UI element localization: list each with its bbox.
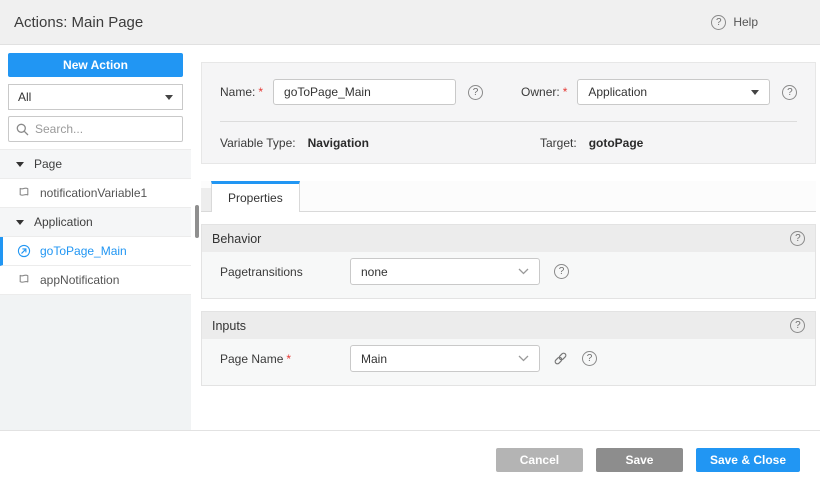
help-icon: ?: [711, 14, 727, 30]
tree-group-label: Application: [34, 215, 93, 229]
behavior-section: Behavior ? Pagetransitions none ?: [201, 224, 817, 299]
search-box[interactable]: [8, 116, 183, 142]
behavior-title: Behavior: [212, 231, 262, 246]
pagetransitions-dropdown[interactable]: none: [350, 258, 540, 285]
tab-bar: Properties: [201, 181, 817, 212]
tree-item-notificationVariable1[interactable]: notificationVariable1: [0, 179, 191, 208]
target-label: Target:: [540, 136, 577, 150]
cancel-button[interactable]: Cancel: [495, 447, 583, 472]
variable-type-label: Variable Type:: [220, 136, 296, 150]
save-button[interactable]: Save: [595, 447, 683, 472]
tree-item-label: appNotification: [40, 273, 120, 287]
tree-item-goToPage_Main[interactable]: goToPage_Main: [0, 237, 191, 266]
behavior-help-icon[interactable]: ?: [790, 231, 806, 246]
owner-help-icon[interactable]: ?: [782, 84, 798, 100]
variable-flag-icon: [17, 186, 31, 200]
owner-label: Owner:: [521, 85, 560, 99]
action-header-panel: Name:* ? Owner:* Application ?: [201, 62, 817, 164]
bind-link-icon[interactable]: [553, 351, 568, 366]
tabbar-spacer: [201, 188, 211, 211]
navigation-icon: [17, 244, 31, 258]
action-detail-panel: Name:* ? Owner:* Application ?: [191, 45, 820, 430]
help-button[interactable]: ? Help: [711, 14, 758, 30]
filter-value: All: [18, 90, 32, 104]
page-name-dropdown[interactable]: Main: [350, 345, 540, 372]
target-value: gotoPage: [588, 136, 644, 150]
inputs-help-icon[interactable]: ?: [790, 318, 806, 333]
pagetransitions-value: none: [361, 264, 388, 279]
tab-properties[interactable]: Properties: [211, 181, 300, 212]
inputs-section: Inputs ? Page Name * Main ?: [201, 311, 817, 386]
dropdown-arrow-icon: [165, 94, 173, 100]
actions-sidebar: New Action All Page: [0, 45, 191, 430]
pagetransitions-label: Pagetransitions: [220, 264, 303, 279]
tree-item-label: goToPage_Main: [40, 244, 127, 258]
search-icon: [16, 123, 29, 135]
inputs-title: Inputs: [212, 318, 247, 333]
tree-group-page[interactable]: Page: [0, 150, 191, 179]
variable-flag-icon: [17, 273, 31, 287]
name-label: Name:: [220, 85, 256, 99]
owner-filter-select[interactable]: All: [8, 84, 183, 110]
name-input[interactable]: [273, 79, 457, 105]
owner-value: Application: [588, 85, 648, 99]
scrollbar-thumb[interactable]: [195, 205, 199, 238]
tree-item-appNotification[interactable]: appNotification: [0, 266, 191, 295]
actions-editor-window: Actions: Main Page ? Help New Action All: [0, 0, 820, 488]
pagetransitions-help-icon[interactable]: ?: [554, 264, 569, 279]
chevron-down-icon: [518, 355, 529, 362]
sidebar-empty-area: [0, 295, 191, 430]
page-name-value: Main: [361, 351, 388, 366]
page-name-help-icon[interactable]: ?: [582, 351, 597, 366]
chevron-down-icon: [518, 268, 529, 275]
panel-divider: [220, 121, 798, 122]
name-help-icon[interactable]: ?: [468, 84, 484, 100]
inputs-section-header: Inputs ?: [202, 312, 816, 339]
page-title: Actions: Main Page: [14, 13, 144, 31]
owner-select[interactable]: Application: [577, 79, 771, 105]
variable-type-value: Navigation: [307, 136, 369, 150]
required-marker: *: [286, 351, 292, 366]
help-label: Help: [733, 15, 758, 29]
dropdown-arrow-icon: [751, 89, 760, 95]
collapse-caret-icon[interactable]: [16, 161, 24, 167]
tree-group-label: Page: [34, 157, 63, 171]
tree-item-label: notificationVariable1: [40, 186, 148, 200]
page-name-label: Page Name *: [220, 351, 292, 366]
new-action-button[interactable]: New Action: [8, 53, 183, 77]
tree-group-application[interactable]: Application: [0, 208, 191, 237]
save-and-close-button[interactable]: Save & Close: [695, 447, 800, 472]
search-input[interactable]: [35, 122, 175, 136]
footer-bar: Cancel Save Save & Close: [0, 430, 820, 488]
required-marker: *: [258, 85, 264, 99]
topbar: Actions: Main Page ? Help: [0, 0, 820, 45]
actions-tree: Page notificationVariable1 Application g…: [0, 149, 191, 295]
behavior-section-header: Behavior ?: [202, 225, 816, 252]
collapse-caret-icon[interactable]: [16, 219, 24, 225]
required-marker: *: [562, 85, 568, 99]
